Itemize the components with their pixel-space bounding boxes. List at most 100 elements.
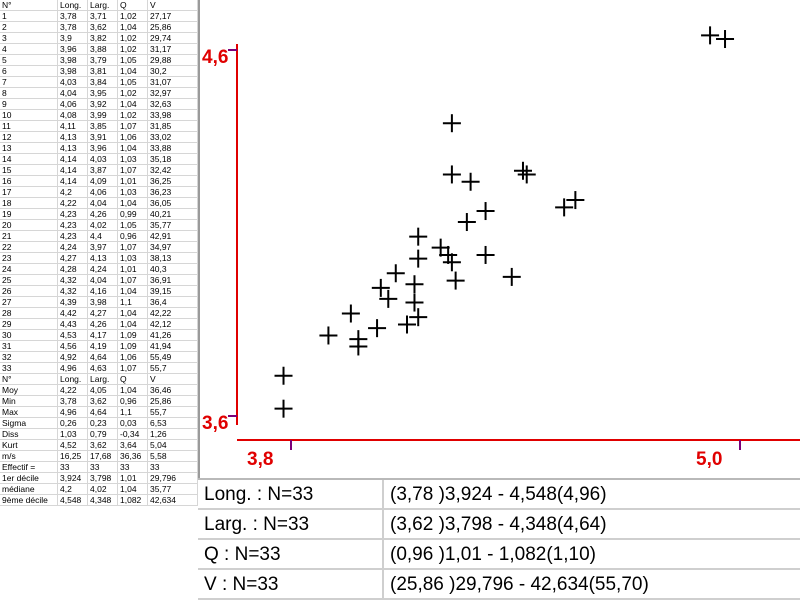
table-row: 13 4,13 3,96 1,04 33,88	[0, 143, 198, 154]
table-cell: 1,01	[118, 473, 148, 484]
table-cell: 33	[0, 363, 58, 374]
table-cell: 4,23	[58, 209, 88, 220]
table-cell: 4,27	[58, 253, 88, 264]
data-point	[349, 330, 368, 349]
table-cell: 4,08	[58, 110, 88, 121]
table-cell: 4,28	[58, 264, 88, 275]
table-cell: 31,07	[148, 77, 198, 88]
table-cell: 1	[0, 11, 58, 22]
table-cell: 0,96	[118, 231, 148, 242]
table-cell: N°	[0, 374, 58, 385]
table-cell: Larg.	[88, 374, 118, 385]
table-row: 27 4,39 3,98 1,1 36,4	[0, 297, 198, 308]
table-cell: 3,64	[118, 440, 148, 451]
table-cell: 11	[0, 121, 58, 132]
table-cell: 4,23	[58, 231, 88, 242]
table-row: 8 4,04 3,95 1,02 32,97	[0, 88, 198, 99]
table-cell: 16,25	[58, 451, 88, 462]
table-row: 11 4,11 3,85 1,07 31,85	[0, 121, 198, 132]
table-cell: 1,05	[118, 220, 148, 231]
table-row: 24 4,28 4,24 1,01 40,3	[0, 264, 198, 275]
table-cell: 33	[148, 462, 198, 473]
table-cell: 3	[0, 33, 58, 44]
table-row: Sigma 0,26 0,23 0,03 6,53	[0, 418, 198, 429]
table-cell: 3,62	[88, 22, 118, 33]
table-cell: 1,09	[118, 341, 148, 352]
table-cell: 26	[0, 286, 58, 297]
table-cell: 4,24	[88, 264, 118, 275]
table-cell: 1,1	[118, 297, 148, 308]
table-row: 23 4,27 4,13 1,03 38,13	[0, 253, 198, 264]
table-cell: 15	[0, 165, 58, 176]
data-point	[457, 213, 476, 232]
table-cell: 4,64	[88, 407, 118, 418]
data-point	[716, 30, 735, 49]
data-point	[405, 275, 424, 294]
table-cell: 1,04	[118, 286, 148, 297]
table-cell: 1,04	[118, 22, 148, 33]
table-cell: 17	[0, 187, 58, 198]
table-cell: 3,924	[58, 473, 88, 484]
table-cell: 3,97	[88, 242, 118, 253]
table-cell: 3,9	[58, 33, 88, 44]
table-cell: 4,13	[58, 132, 88, 143]
table-cell: 55,7	[148, 363, 198, 374]
table-cell: 1,07	[118, 121, 148, 132]
stats-divider	[382, 480, 384, 508]
table-cell: 1,02	[118, 88, 148, 99]
table-cell: 16	[0, 176, 58, 187]
table-cell: 4,14	[58, 165, 88, 176]
table-cell: 1,04	[118, 143, 148, 154]
table-cell: 1,04	[118, 385, 148, 396]
data-point	[442, 114, 461, 133]
table-cell: 0,79	[88, 429, 118, 440]
table-cell: 1,01	[118, 176, 148, 187]
table-cell: 29	[0, 319, 58, 330]
data-point	[409, 227, 428, 246]
table-row: 31 4,56 4,19 1,09 41,94	[0, 341, 198, 352]
data-point	[476, 245, 495, 264]
table-cell: 1,04	[118, 198, 148, 209]
table-cell: 3,78	[58, 396, 88, 407]
table-row: Effectif = 33 33 33 33	[0, 462, 198, 473]
table-cell: 42,12	[148, 319, 198, 330]
y-tick-label: 3,6	[202, 413, 228, 434]
table-cell: 4,13	[88, 253, 118, 264]
data-point	[442, 165, 461, 184]
table-cell: 6	[0, 66, 58, 77]
table-cell: N°	[0, 0, 58, 11]
table-cell: 22	[0, 242, 58, 253]
table-cell: 3,62	[88, 396, 118, 407]
table-cell: 55,7	[148, 407, 198, 418]
table-row: N° Long. Larg. Q V	[0, 374, 198, 385]
table-cell: 19	[0, 209, 58, 220]
table-cell: 4,06	[88, 187, 118, 198]
stats-value: (25,86 )29,796 - 42,634(55,70)	[390, 574, 649, 595]
table-cell: -0,34	[118, 429, 148, 440]
table-cell: 42,91	[148, 231, 198, 242]
table-cell: 1,03	[58, 429, 88, 440]
table-cell: 33	[58, 462, 88, 473]
table-cell: 29,88	[148, 55, 198, 66]
table-row: 21 4,23 4,4 0,96 42,91	[0, 231, 198, 242]
table-cell: 4,2	[58, 484, 88, 495]
table-cell: 4,32	[58, 286, 88, 297]
table-cell: 4,06	[58, 99, 88, 110]
table-cell: 4,56	[58, 341, 88, 352]
table-cell: 32	[0, 352, 58, 363]
table-row: 12 4,13 3,91 1,06 33,02	[0, 132, 198, 143]
table-cell: 23	[0, 253, 58, 264]
table-cell: 3,98	[88, 297, 118, 308]
table-cell: 0,26	[58, 418, 88, 429]
table-cell: 35,77	[148, 484, 198, 495]
data-point	[397, 315, 416, 334]
table-cell: 3,85	[88, 121, 118, 132]
table-cell: Q	[118, 374, 148, 385]
table-cell: 1,07	[118, 363, 148, 374]
table-row: Max 4,96 4,64 1,1 55,7	[0, 407, 198, 418]
table-cell: 1,04	[118, 99, 148, 110]
table-cell: 4	[0, 44, 58, 55]
table-cell: 42,634	[148, 495, 198, 506]
table-cell: 1,04	[118, 484, 148, 495]
table-cell: 25,86	[148, 396, 198, 407]
